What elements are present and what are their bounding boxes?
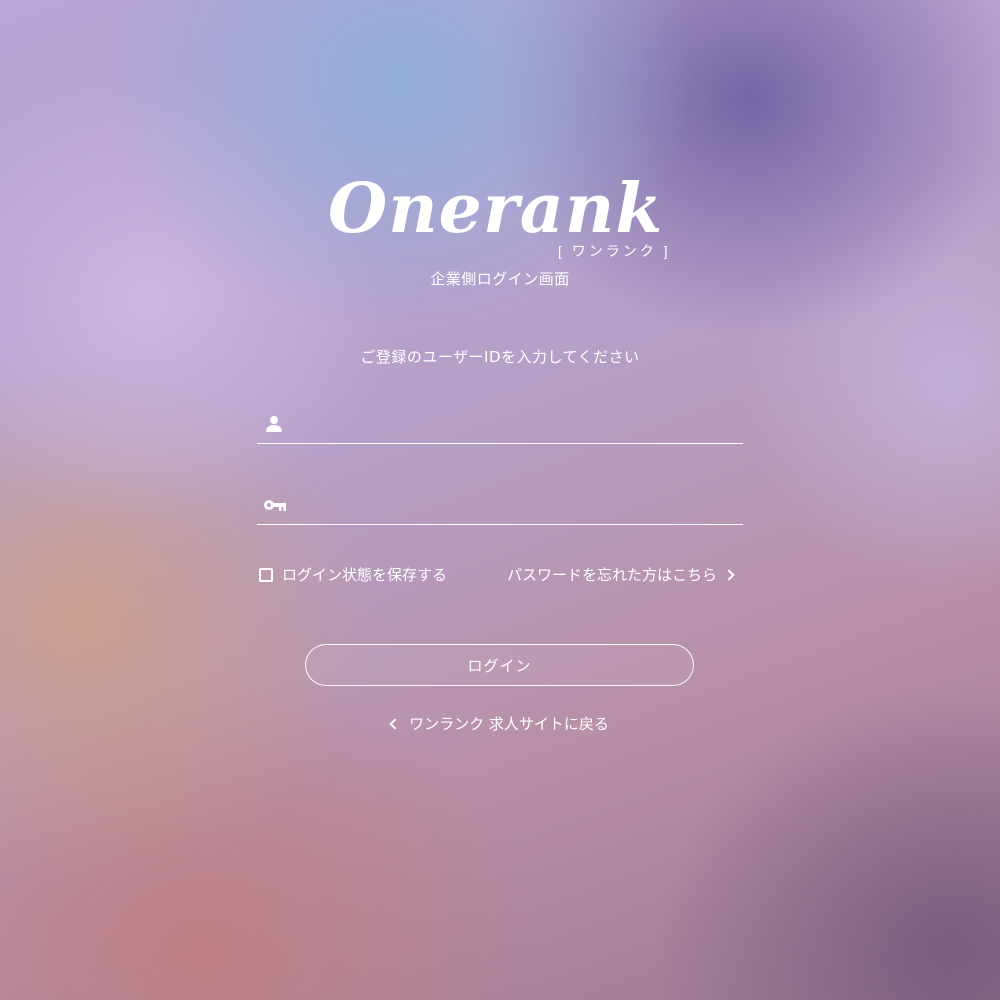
back-to-job-site-link[interactable]: ワンランク 求人サイトに戻る	[0, 713, 1000, 734]
chevron-right-icon	[723, 568, 735, 581]
remember-login[interactable]: ログイン状態を保存する	[259, 564, 447, 585]
back-link-label: ワンランク 求人サイトに戻る	[409, 715, 609, 733]
user-icon	[263, 415, 285, 433]
logo-kana: [ ワンランク ]	[558, 243, 671, 259]
user-id-field[interactable]	[257, 405, 743, 444]
login-button[interactable]: ログイン	[305, 644, 694, 686]
forgot-password-label: パスワードを忘れた方はこちら	[507, 566, 718, 584]
remember-checkbox[interactable]	[259, 567, 273, 582]
page-subtitle: 企業側ログイン画面	[430, 270, 570, 288]
onerank-logo-graphic: Onerank [ ワンランク ]	[328, 169, 671, 259]
key-icon	[263, 496, 286, 514]
login-instruction: ご登録のユーザーIDを入力してください	[360, 348, 640, 366]
password-input[interactable]	[297, 490, 741, 522]
logo-wordmark: Onerank	[328, 169, 663, 249]
chevron-left-icon	[389, 717, 401, 730]
onerank-logo: Onerank [ ワンランク ]	[300, 150, 700, 270]
user-id-input[interactable]	[297, 409, 741, 441]
password-field[interactable]	[257, 486, 743, 525]
remember-label: ログイン状態を保存する	[282, 566, 448, 584]
forgot-password-link[interactable]: パスワードを忘れた方はこちら	[507, 564, 735, 585]
